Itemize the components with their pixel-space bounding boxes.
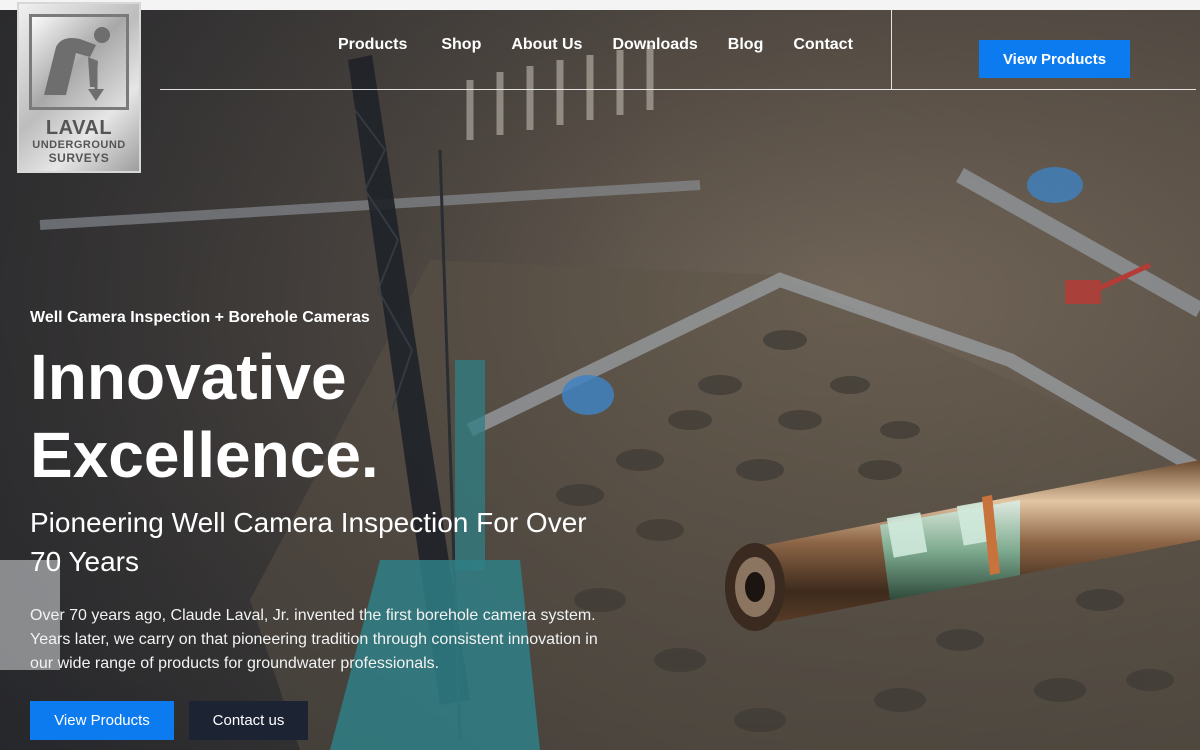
nav-products[interactable]: Products <box>338 36 407 54</box>
logo-line1: LAVAL <box>45 117 113 139</box>
nav-contact[interactable]: Contact <box>793 36 853 54</box>
view-products-nav-button[interactable]: View Products <box>979 40 1130 78</box>
nav-about-us[interactable]: About Us <box>511 36 582 54</box>
hero-headline: Innovative Excellence. <box>30 338 590 494</box>
view-products-button[interactable]: View Products <box>30 701 174 740</box>
company-logo[interactable]: LAVAL UNDERGROUND SURVEYS <box>17 2 141 173</box>
headline-line2: Excellence. <box>30 419 379 491</box>
hero-body-text: Over 70 years ago, Claude Laval, Jr. inv… <box>30 607 598 672</box>
nav-downloads[interactable]: Downloads <box>612 36 697 54</box>
nav-shop[interactable]: Shop <box>441 36 481 54</box>
top-border <box>0 0 1200 10</box>
contact-us-button[interactable]: Contact us <box>189 701 308 740</box>
hero-subheadline: Pioneering Well Camera Inspection For Ov… <box>30 507 587 577</box>
nav-divider <box>160 89 1196 90</box>
hero-eyebrow: Well Camera Inspection + Borehole Camera… <box>30 309 370 326</box>
nav-vertical-divider <box>891 10 892 89</box>
nav-blog[interactable]: Blog <box>728 36 764 54</box>
borehole-camera-image <box>725 460 1200 631</box>
logo-line3: SURVEYS <box>48 151 110 165</box>
worker-icon <box>29 14 129 110</box>
headline-line1: Innovative <box>30 341 347 413</box>
logo-line2: UNDERGROUND <box>32 139 126 151</box>
main-nav: Products Shop About Us Downloads Blog Co… <box>338 36 883 54</box>
